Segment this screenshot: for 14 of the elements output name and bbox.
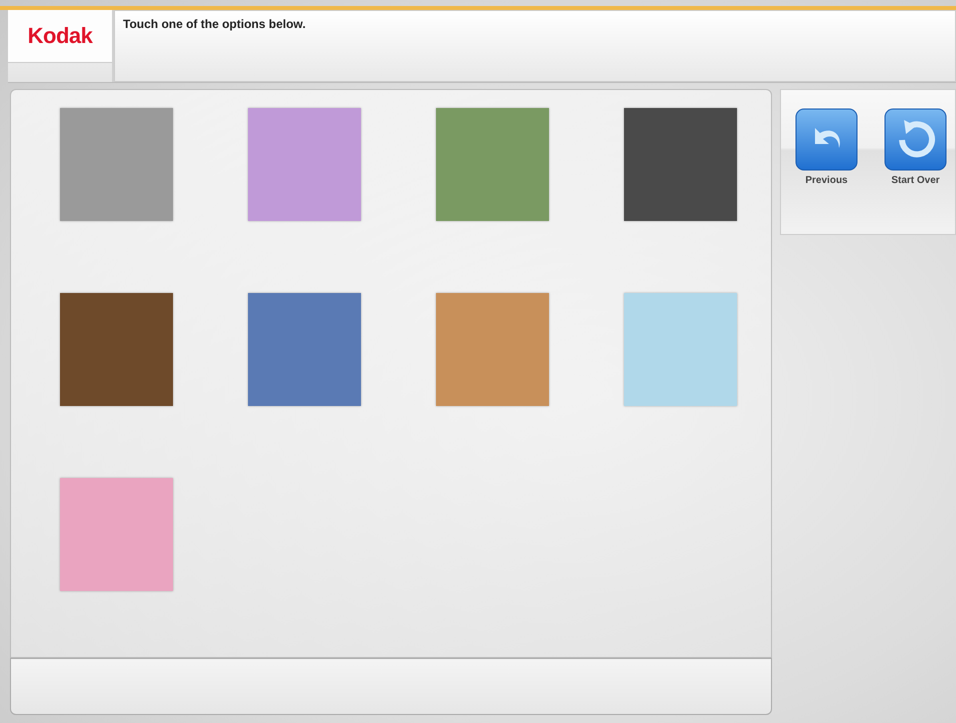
color-swatch[interactable] bbox=[248, 108, 361, 221]
color-swatch[interactable] bbox=[436, 293, 549, 406]
color-swatch[interactable] bbox=[624, 293, 737, 406]
nav-button[interactable]: Previous bbox=[795, 108, 858, 234]
nav-button[interactable]: Start Over bbox=[884, 108, 947, 234]
color-swatch[interactable] bbox=[436, 108, 549, 221]
instruction-text: Touch one of the options below. bbox=[123, 17, 306, 31]
restart-icon bbox=[884, 108, 947, 171]
color-swatch[interactable] bbox=[248, 293, 361, 406]
color-swatch[interactable] bbox=[60, 108, 173, 221]
color-swatch[interactable] bbox=[60, 478, 173, 591]
logo: Kodak bbox=[28, 23, 92, 49]
color-swatch[interactable] bbox=[624, 108, 737, 221]
color-swatch[interactable] bbox=[60, 293, 173, 406]
